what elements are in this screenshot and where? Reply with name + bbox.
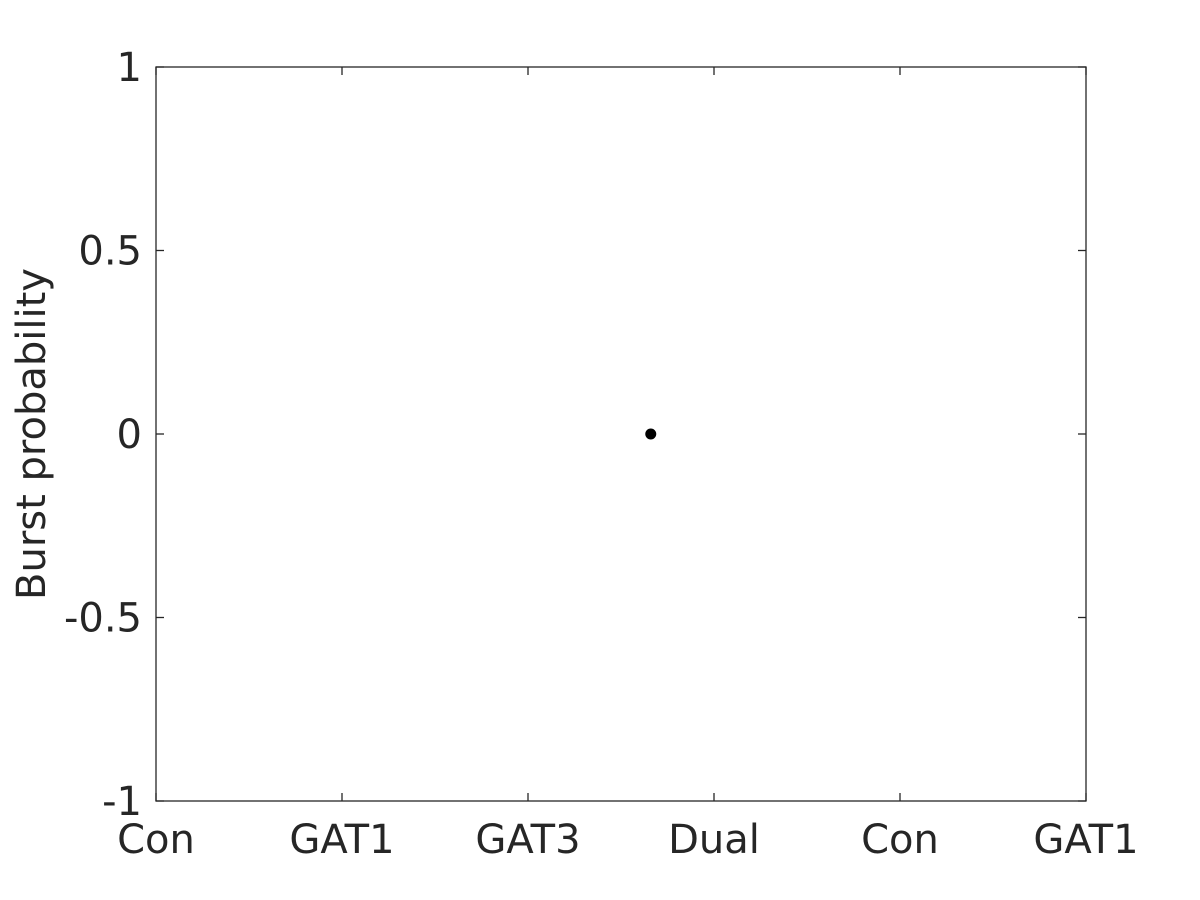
x-tick-label: Con [861,817,939,863]
data-point [645,428,657,440]
x-tick-label: Dual [668,817,760,863]
data-points [645,428,657,440]
x-tick-label: GAT1 [1033,817,1138,863]
x-tick-label: GAT3 [475,817,580,863]
y-tick-label: 1 [117,45,142,91]
chart: Con GAT1 GAT3 Dual Con GAT1 -1-0.500.51 Burst… [0,0,1200,900]
chart-background [0,0,1200,900]
x-tick-label: GAT1 [289,817,394,863]
y-tick-label: -0.5 [64,596,142,642]
y-tick-label: 0.5 [78,229,142,275]
y-tick-label: -1 [102,779,142,825]
y-axis-label: Burst probability [9,268,55,600]
y-tick-label: 0 [117,412,142,458]
